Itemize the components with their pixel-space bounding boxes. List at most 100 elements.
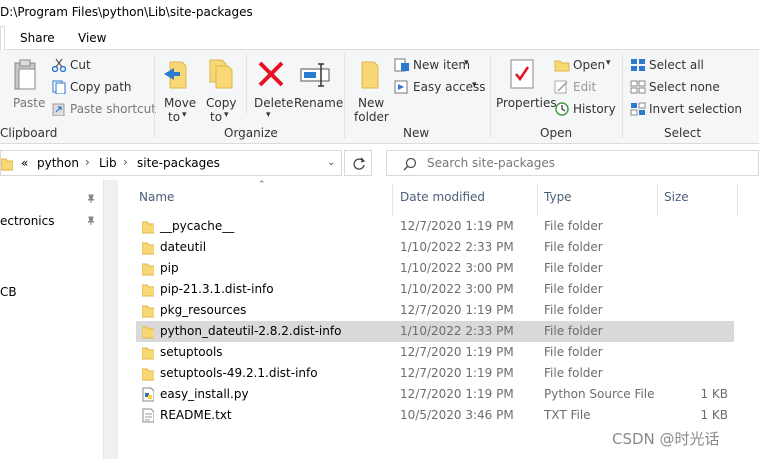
new-item-button[interactable]: New item ▾ [394, 56, 484, 74]
delete-label: Delete [254, 96, 294, 110]
file-date: 1/10/2022 3:00 PM [400, 261, 514, 275]
scissors-icon [52, 58, 66, 72]
breadcrumb-site-packages[interactable]: site-packages [137, 156, 220, 170]
refresh-button[interactable] [344, 150, 372, 176]
column-header-date[interactable]: Date modified [400, 190, 485, 204]
move-to-label-2: to [168, 110, 181, 124]
rename-icon [300, 63, 330, 87]
column-divider [537, 184, 538, 216]
table-row[interactable]: pip 1/10/2022 3:00 PM File folder [136, 258, 734, 279]
table-row[interactable]: setuptools 12/7/2020 1:19 PM File folder [136, 342, 734, 363]
move-to-label: Move [164, 96, 197, 110]
edit-button[interactable]: Edit [554, 78, 614, 96]
open-button[interactable]: Open ▾ [554, 56, 620, 74]
open-folder-icon [554, 60, 570, 72]
select-all-icon [631, 59, 645, 71]
file-name: __pycache__ [160, 219, 235, 233]
select-none-button[interactable]: Select none [630, 78, 750, 96]
ribbon-separator [622, 54, 623, 138]
file-name: README.txt [160, 408, 232, 422]
title-bar: D:\Program Files\python\Lib\site-package… [0, 0, 759, 26]
column-divider [657, 184, 658, 216]
group-select-label: Select [664, 126, 702, 140]
nav-scrollbar[interactable] [104, 180, 118, 459]
refresh-icon [353, 157, 366, 170]
paste-shortcut-button[interactable]: Paste shortcut [52, 100, 156, 118]
folder-icon [142, 221, 154, 234]
copy-to-label: Copy [206, 96, 237, 110]
file-type: File folder [544, 303, 603, 317]
file-date: 1/10/2022 3:00 PM [400, 282, 514, 296]
group-clipboard-label: Clipboard [0, 126, 58, 140]
move-to-icon [164, 61, 187, 89]
breadcrumb-lib[interactable]: Lib [99, 156, 117, 170]
history-button[interactable]: History [554, 100, 620, 118]
file-name: setuptools-49.2.1.dist-info [160, 366, 318, 380]
pin-icon [87, 216, 95, 225]
file-type: TXT File [544, 408, 591, 422]
search-input[interactable]: Search site-packages [427, 156, 555, 170]
column-header-type[interactable]: Type [544, 190, 572, 204]
invert-selection-button[interactable]: Invert selection [630, 100, 755, 118]
new-item-label: New item [413, 58, 471, 72]
pin-icon [87, 194, 95, 203]
table-row[interactable]: __pycache__ 12/7/2020 1:19 PM File folder [136, 216, 734, 237]
column-header-size[interactable]: Size [664, 190, 689, 204]
table-row[interactable]: README.txt 10/5/2020 3:46 PM TXT File 1 KB [136, 405, 734, 426]
tab-view[interactable]: View [74, 26, 110, 50]
new-folder-label: New [358, 96, 385, 110]
tab-home[interactable] [0, 26, 5, 51]
delete-button[interactable]: Delete ▾ [252, 54, 294, 124]
chevron-right-icon[interactable]: › [85, 155, 90, 169]
table-row[interactable]: easy_install.py 12/7/2020 1:19 PM Python S… [136, 384, 734, 405]
table-row[interactable]: python_dateutil-2.8.2.dist-info 1/10/2022… [136, 321, 734, 342]
file-size: 1 KB [700, 408, 728, 422]
chevron-down-icon: ▾ [464, 58, 469, 68]
column-header-name[interactable]: Name [139, 190, 174, 204]
breadcrumb-python[interactable]: python [37, 156, 79, 170]
breadcrumb-overflow[interactable]: « [21, 156, 28, 170]
paste-button[interactable]: Paste [8, 54, 45, 114]
table-row[interactable]: pkg_resources 12/7/2020 1:19 PM File folde… [136, 300, 734, 321]
table-row[interactable]: pip-21.3.1.dist-info 1/10/2022 3:00 PM Fil… [136, 279, 734, 300]
file-type: Python Source File [544, 387, 655, 401]
nav-item-electronics[interactable]: ectronics [0, 214, 55, 228]
file-name: setuptools [160, 345, 223, 359]
file-name: pkg_resources [160, 303, 247, 317]
select-none-icon [630, 80, 646, 94]
address-bar[interactable]: « python › Lib › site-packages ⌄ [0, 150, 342, 176]
file-name: pip [160, 261, 179, 275]
easy-access-button[interactable]: Easy access ▾ [394, 78, 486, 96]
history-icon [555, 102, 569, 116]
tab-share[interactable]: Share [16, 26, 59, 50]
cut-label: Cut [70, 58, 91, 72]
cut-button[interactable]: Cut [52, 56, 132, 74]
chevron-down-icon[interactable]: ⌄ [327, 157, 335, 168]
chevron-down-icon: ▾ [182, 110, 187, 120]
sort-ascending-icon: ⌃ [258, 180, 266, 190]
table-row[interactable]: dateutil 1/10/2022 2:33 PM File folder [136, 237, 734, 258]
copy-path-button[interactable]: Copy path [52, 78, 142, 96]
new-folder-button[interactable]: New folder [350, 54, 390, 124]
select-all-button[interactable]: Select all [630, 56, 750, 74]
copy-to-button[interactable]: Copy to ▾ [204, 54, 238, 124]
search-icon [403, 157, 417, 171]
nav-item-cb[interactable]: CB [0, 285, 17, 299]
rename-button[interactable]: Rename [294, 54, 343, 114]
group-new-label: New [403, 126, 430, 140]
ribbon-separator [154, 54, 155, 138]
search-box[interactable]: Search site-packages [386, 150, 759, 176]
select-all-label: Select all [649, 58, 704, 72]
chevron-down-icon: ▾ [472, 80, 477, 90]
rename-label: Rename [294, 96, 344, 110]
chevron-right-icon[interactable]: › [123, 155, 128, 169]
move-to-button[interactable]: Move to ▾ [162, 54, 196, 124]
paste-shortcut-icon [52, 103, 65, 116]
select-none-label: Select none [649, 80, 720, 94]
properties-button[interactable]: Properties [494, 54, 557, 114]
watermark: CSDN @时光话 [612, 430, 720, 448]
easy-access-icon [394, 80, 408, 94]
edit-icon [554, 80, 568, 94]
file-type: File folder [544, 219, 603, 233]
table-row[interactable]: setuptools-49.2.1.dist-info 12/7/2020 1:1… [136, 363, 734, 384]
